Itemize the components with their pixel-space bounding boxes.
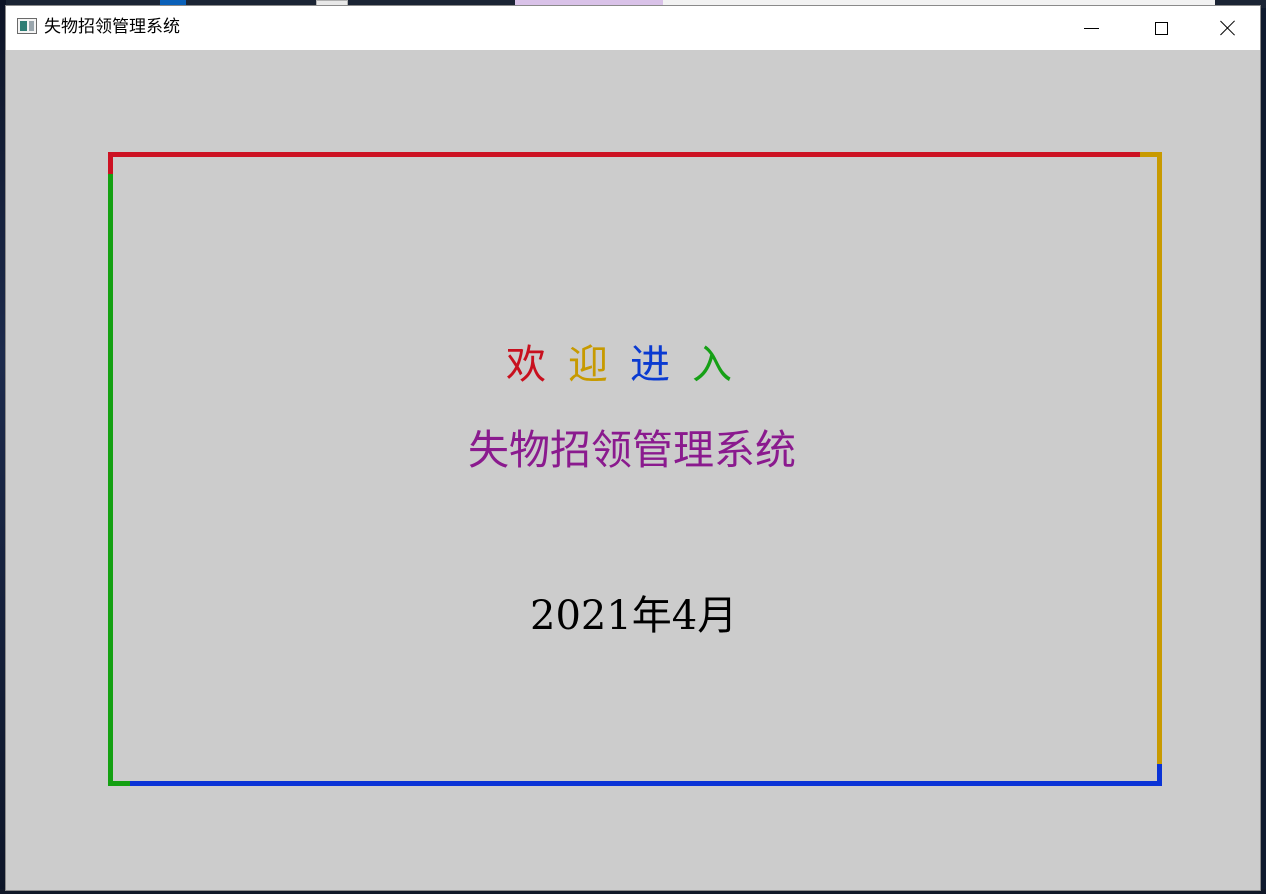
close-icon xyxy=(1220,20,1236,36)
maximize-button[interactable] xyxy=(1126,6,1196,50)
frame-corner-top-left xyxy=(108,152,113,174)
close-button[interactable] xyxy=(1196,6,1260,50)
app-window: 失物招领管理系统 欢 迎 进 入 失物招领管理系统 2021年4月 xyxy=(6,6,1260,890)
maximize-icon xyxy=(1154,21,1168,35)
welcome-char: 欢 xyxy=(506,342,546,388)
welcome-screen: 欢 迎 进 入 失物招领管理系统 2021年4月 xyxy=(6,50,1260,890)
frame-bottom-edge xyxy=(130,781,1162,786)
welcome-char: 迎 xyxy=(568,342,608,388)
welcome-char: 入 xyxy=(692,342,732,388)
window-title: 失物招领管理系统 xyxy=(44,17,180,37)
window-titlebar[interactable]: 失物招领管理系统 xyxy=(6,6,1260,50)
welcome-heading: 欢 迎 进 入 xyxy=(506,340,732,390)
app-window-icon[interactable] xyxy=(17,18,37,34)
frame-left-edge xyxy=(108,174,113,786)
system-name-title: 失物招领管理系统 xyxy=(468,426,796,474)
minimize-icon xyxy=(1083,27,1099,29)
release-date: 2021年4月 xyxy=(530,593,738,639)
frame-top-edge xyxy=(108,152,1140,157)
frame-right-edge xyxy=(1157,152,1162,764)
minimize-button[interactable] xyxy=(1056,6,1126,50)
welcome-char: 进 xyxy=(630,342,670,388)
